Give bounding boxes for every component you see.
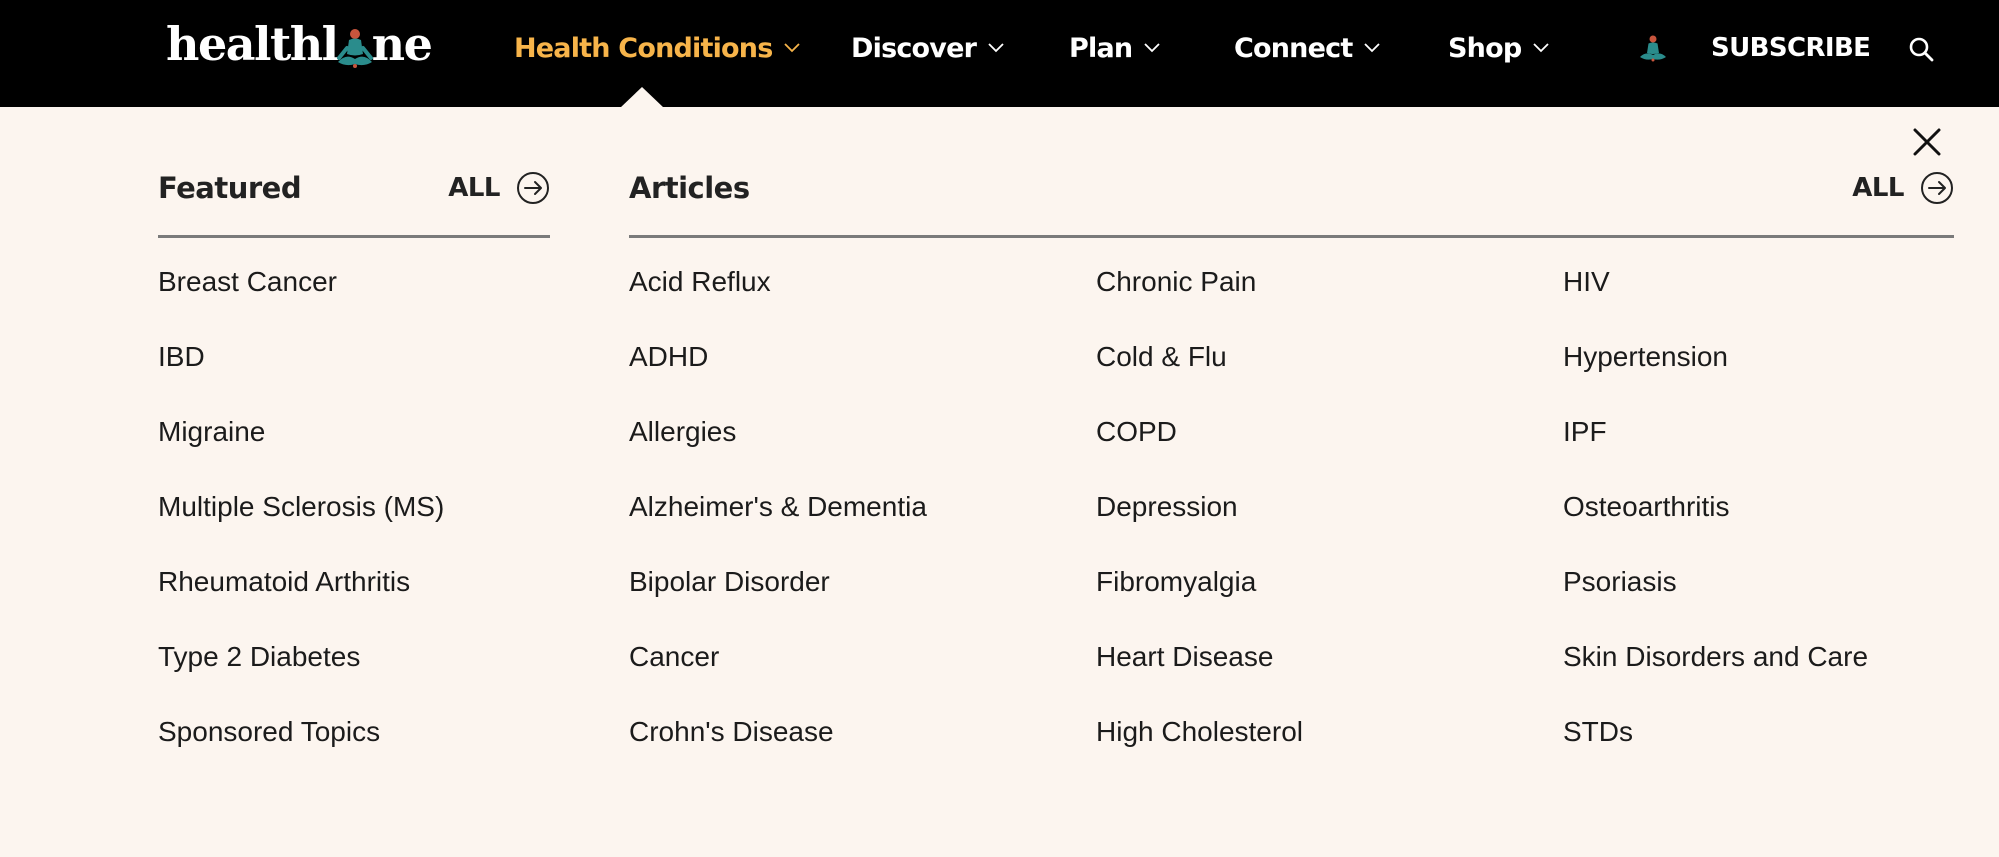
article-link[interactable]: Heart Disease [1096, 637, 1303, 712]
chevron-down-icon [784, 43, 801, 53]
close-icon[interactable] [1913, 128, 1941, 156]
article-link[interactable]: Fibromyalgia [1096, 562, 1303, 637]
chevron-down-icon [1364, 43, 1381, 53]
chevron-down-icon [988, 43, 1004, 53]
meditating-person-icon [336, 26, 374, 70]
article-link[interactable]: Psoriasis [1563, 562, 1868, 637]
featured-list: Breast Cancer IBD Migraine Multiple Scle… [158, 262, 444, 787]
nav-label: Shop [1448, 32, 1522, 64]
active-menu-caret [620, 87, 664, 108]
article-link[interactable]: STDs [1563, 712, 1868, 787]
arrow-right-circle-icon [1921, 172, 1953, 204]
nav-label: Discover [851, 32, 977, 64]
article-link[interactable]: Bipolar Disorder [629, 562, 927, 637]
article-link[interactable]: Depression [1096, 487, 1303, 562]
article-link[interactable]: Hypertension [1563, 337, 1868, 412]
article-link[interactable]: Skin Disorders and Care [1563, 637, 1868, 712]
articles-column-3: HIV Hypertension IPF Osteoarthritis Psor… [1563, 262, 1868, 787]
nav-label: Connect [1234, 32, 1353, 64]
featured-link[interactable]: IBD [158, 337, 444, 412]
article-link[interactable]: Allergies [629, 412, 927, 487]
healthline-logo[interactable]: healthl ne [166, 17, 433, 71]
article-link[interactable]: HIV [1563, 262, 1868, 337]
featured-link[interactable]: Breast Cancer [158, 262, 444, 337]
article-link[interactable]: IPF [1563, 412, 1868, 487]
article-link[interactable]: ADHD [629, 337, 927, 412]
logo-text-right: ne [371, 17, 433, 71]
featured-link[interactable]: Multiple Sclerosis (MS) [158, 487, 444, 562]
meditating-person-icon[interactable] [1638, 33, 1668, 63]
articles-all-link[interactable]: ALL [1852, 170, 1954, 206]
all-label: ALL [1852, 173, 1904, 203]
featured-link[interactable]: Rheumatoid Arthritis [158, 562, 444, 637]
nav-label: Plan [1069, 32, 1133, 64]
featured-title: Featured [158, 171, 302, 205]
nav-connect[interactable]: Connect [1234, 30, 1381, 66]
search-icon[interactable] [1908, 36, 1934, 62]
article-link[interactable]: Crohn's Disease [629, 712, 927, 787]
featured-link[interactable]: Sponsored Topics [158, 712, 444, 787]
featured-all-link[interactable]: ALL [448, 170, 550, 206]
article-link[interactable]: COPD [1096, 412, 1303, 487]
arrow-right-circle-icon [517, 172, 549, 204]
featured-link[interactable]: Migraine [158, 412, 444, 487]
article-link[interactable]: High Cholesterol [1096, 712, 1303, 787]
article-link[interactable]: Osteoarthritis [1563, 487, 1868, 562]
top-navigation-bar: healthl ne Health Conditions Discover Pl… [0, 0, 1999, 108]
featured-link[interactable]: Type 2 Diabetes [158, 637, 444, 712]
article-link[interactable]: Cold & Flu [1096, 337, 1303, 412]
articles-column-1: Acid Reflux ADHD Allergies Alzheimer's &… [629, 262, 927, 787]
nav-health-conditions[interactable]: Health Conditions [514, 30, 801, 66]
subscribe-button[interactable]: SUBSCRIBE [1711, 30, 1871, 66]
nav-label: Health Conditions [514, 32, 773, 64]
nav-shop[interactable]: Shop [1448, 30, 1549, 66]
article-link[interactable]: Acid Reflux [629, 262, 927, 337]
articles-section-header: Articles ALL [629, 166, 1954, 238]
all-label: ALL [448, 173, 500, 203]
article-link[interactable]: Alzheimer's & Dementia [629, 487, 927, 562]
chevron-down-icon [1533, 43, 1549, 53]
articles-title: Articles [629, 171, 750, 205]
article-link[interactable]: Chronic Pain [1096, 262, 1303, 337]
chevron-down-icon [1144, 43, 1160, 53]
featured-section-header: Featured ALL [158, 166, 550, 238]
logo-text-left: healthl [166, 17, 339, 71]
articles-column-2: Chronic Pain Cold & Flu COPD Depression … [1096, 262, 1303, 787]
nav-plan[interactable]: Plan [1069, 30, 1160, 66]
nav-discover[interactable]: Discover [851, 30, 1004, 66]
article-link[interactable]: Cancer [629, 637, 927, 712]
